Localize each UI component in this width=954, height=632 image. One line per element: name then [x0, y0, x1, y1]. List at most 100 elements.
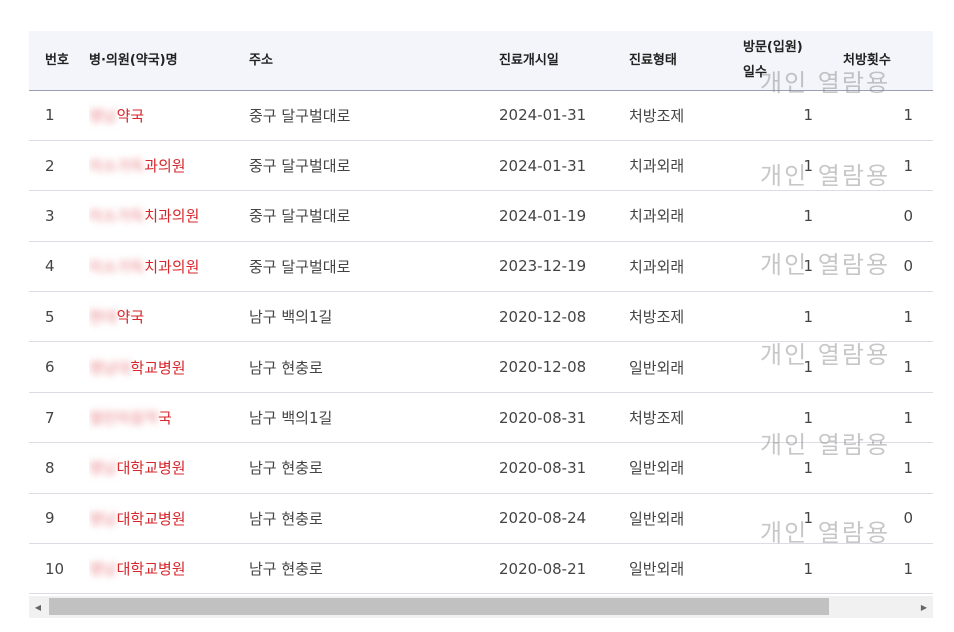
- cell-name-redacted: 미소가득: [89, 257, 145, 276]
- cell-name-redacted: 영남: [89, 459, 117, 478]
- cell-no: 9: [45, 509, 55, 528]
- cell-start-date: 2023-12-19: [499, 257, 587, 276]
- cell-visit-days: 1: [803, 509, 813, 528]
- cell-no: 3: [45, 206, 55, 225]
- cell-name[interactable]: 영남대학교병원: [89, 493, 249, 543]
- scroll-left-arrow-icon[interactable]: ◀: [29, 596, 47, 618]
- cell-visit-days: 1: [803, 458, 813, 477]
- cell-name[interactable]: 영남대학교병원: [89, 342, 249, 392]
- cell-visit-days: 1: [803, 106, 813, 125]
- cell-start-date: 2020-12-08: [499, 358, 587, 377]
- cell-prescriptions: 0: [903, 509, 913, 528]
- table-row: 2 미소가득과의원 중구 달구벌대로 2024-01-31 치과외래 1 1: [29, 140, 933, 191]
- cell-name-text: 대학교병원: [116, 560, 186, 579]
- cell-address: 중구 달구벌대로: [249, 157, 351, 176]
- header-no: 번호: [45, 52, 69, 68]
- table-row: 7 열린마음약국 남구 백의1길 2020-08-31 처방조제 1 1: [29, 392, 933, 443]
- table-row: 9 영남대학교병원 남구 현충로 2020-08-24 일반외래 1 0: [29, 493, 933, 544]
- table-row: 3 미소가득치과의원 중구 달구벌대로 2024-01-19 치과외래 1 0: [29, 191, 933, 242]
- cell-visit-days: 1: [803, 358, 813, 377]
- cell-type: 일반외래: [629, 509, 685, 528]
- cell-name-text: 치과의원: [144, 257, 200, 276]
- header-visit-days-line1: 방문(입원): [743, 40, 803, 56]
- cell-prescriptions: 0: [903, 206, 913, 225]
- cell-start-date: 2020-12-08: [499, 307, 587, 326]
- cell-type: 치과외래: [629, 207, 685, 226]
- cell-prescriptions: 1: [903, 559, 913, 578]
- horizontal-scrollbar[interactable]: ◀ ▶: [29, 596, 933, 618]
- cell-start-date: 2020-08-21: [499, 559, 587, 578]
- cell-name-redacted: 미소가득: [89, 207, 145, 226]
- cell-visit-days: 1: [803, 206, 813, 225]
- cell-visit-days: 1: [803, 408, 813, 427]
- cell-name-text: 약국: [116, 106, 145, 125]
- cell-address: 남구 백의1길: [249, 409, 333, 428]
- cell-start-date: 2024-01-19: [499, 206, 587, 225]
- cell-name[interactable]: 영남약국: [89, 90, 249, 140]
- cell-name-text: 국: [158, 409, 172, 428]
- table-row: 1 영남약국 중구 달구벌대로 2024-01-31 처방조제 1 1: [29, 90, 933, 141]
- cell-type: 일반외래: [629, 560, 685, 579]
- cell-visit-days: 1: [803, 559, 813, 578]
- cell-type: 일반외래: [629, 358, 685, 377]
- cell-no: 8: [45, 458, 55, 477]
- table-row: 6 영남대학교병원 남구 현충로 2020-12-08 일반외래 1 1: [29, 342, 933, 393]
- header-visit-days: 방문(입원) 일수: [728, 31, 833, 90]
- cell-prescriptions: 1: [903, 156, 913, 175]
- cell-name-redacted: 영남: [89, 509, 117, 528]
- cell-start-date: 2024-01-31: [499, 106, 587, 125]
- cell-name[interactable]: 영남대학교병원: [89, 443, 249, 493]
- cell-no: 7: [45, 408, 55, 427]
- cell-prescriptions: 1: [903, 307, 913, 326]
- cell-type: 일반외래: [629, 459, 685, 478]
- header-name: 병·의원(약국)명: [89, 52, 178, 68]
- cell-name[interactable]: 미소가득과의원: [89, 140, 249, 190]
- header-visit-days-line2: 일수: [743, 65, 767, 81]
- cell-start-date: 2024-01-31: [499, 156, 587, 175]
- cell-name-redacted: 미소가득: [89, 157, 145, 176]
- cell-address: 남구 현충로: [249, 509, 323, 528]
- cell-no: 10: [45, 559, 65, 578]
- scrollbar-thumb[interactable]: [49, 598, 829, 615]
- cell-start-date: 2020-08-31: [499, 408, 587, 427]
- cell-prescriptions: 0: [903, 257, 913, 276]
- cell-type: 치과외래: [629, 257, 685, 276]
- cell-type: 처방조제: [629, 409, 685, 428]
- table-row: 10 영남대학교병원 남구 현충로 2020-08-21 일반외래 1 1: [29, 544, 933, 594]
- cell-no: 2: [45, 156, 55, 175]
- cell-name-redacted: 현대: [89, 308, 117, 327]
- cell-name-text: 대학교병원: [116, 509, 186, 528]
- cell-address: 중구 달구벌대로: [249, 106, 351, 125]
- cell-address: 남구 현충로: [249, 560, 323, 579]
- cell-name-text: 과의원: [144, 157, 186, 176]
- cell-name[interactable]: 열린마음약국: [89, 392, 249, 442]
- cell-name-text: 대학교병원: [116, 459, 186, 478]
- cell-name[interactable]: 현대약국: [89, 292, 249, 342]
- cell-name[interactable]: 미소가득치과의원: [89, 191, 249, 241]
- cell-prescriptions: 1: [903, 106, 913, 125]
- table-row: 4 미소가득치과의원 중구 달구벌대로 2023-12-19 치과외래 1 0: [29, 241, 933, 292]
- medical-history-table: 번호 병·의원(약국)명 주소 진료개시일 진료형태 방문(입원) 일수 처방횟…: [29, 31, 933, 594]
- cell-name-redacted: 영남: [89, 560, 117, 579]
- cell-prescriptions: 1: [903, 358, 913, 377]
- cell-address: 중구 달구벌대로: [249, 257, 351, 276]
- table-row: 5 현대약국 남구 백의1길 2020-12-08 처방조제 1 1: [29, 292, 933, 342]
- cell-address: 남구 현충로: [249, 459, 323, 478]
- cell-name-redacted: 열린마음약: [89, 409, 159, 428]
- header-start-date: 진료개시일: [499, 52, 559, 68]
- cell-type: 처방조제: [629, 308, 685, 327]
- cell-prescriptions: 1: [903, 458, 913, 477]
- cell-name-text: 약국: [116, 308, 145, 327]
- cell-no: 6: [45, 358, 55, 377]
- cell-name-redacted: 영남: [89, 106, 117, 125]
- cell-start-date: 2020-08-24: [499, 509, 587, 528]
- cell-name-text: 학교병원: [130, 358, 186, 377]
- scroll-right-arrow-icon[interactable]: ▶: [915, 596, 933, 618]
- cell-address: 중구 달구벌대로: [249, 207, 351, 226]
- cell-name[interactable]: 미소가득치과의원: [89, 241, 249, 291]
- cell-no: 1: [45, 106, 55, 125]
- cell-address: 남구 현충로: [249, 358, 323, 377]
- cell-no: 4: [45, 257, 55, 276]
- cell-address: 남구 백의1길: [249, 308, 333, 327]
- cell-name[interactable]: 영남대학교병원: [89, 544, 249, 594]
